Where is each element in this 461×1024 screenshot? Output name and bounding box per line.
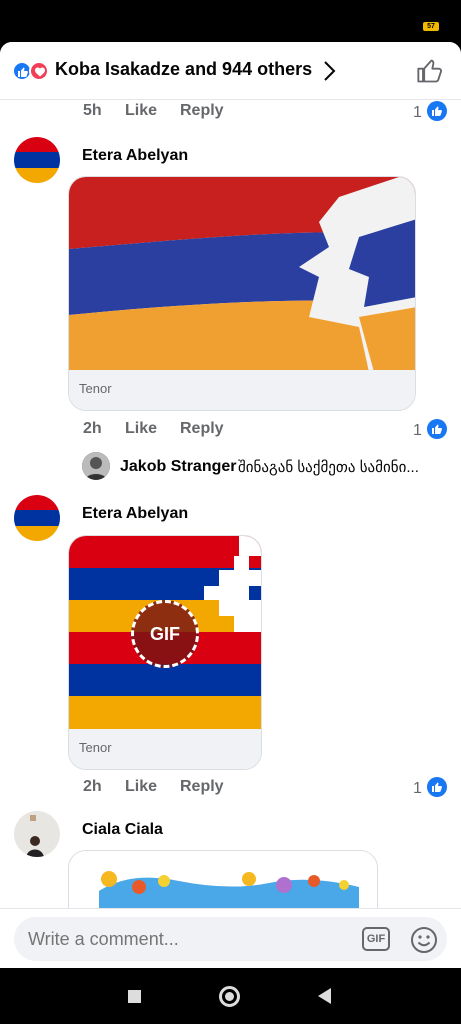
like-link[interactable]: Like bbox=[125, 102, 157, 120]
like-count: 1 bbox=[413, 104, 422, 121]
avatar[interactable] bbox=[14, 811, 60, 857]
gif-attachment[interactable]: Tenor bbox=[68, 176, 416, 411]
avatar[interactable] bbox=[14, 495, 60, 541]
reply-link[interactable]: Reply bbox=[180, 420, 224, 438]
armenia-flag-gif bbox=[69, 177, 415, 372]
home-button[interactable] bbox=[219, 986, 240, 1007]
gif-button[interactable]: GIF bbox=[362, 927, 390, 951]
comment-time: 2h bbox=[83, 420, 102, 437]
comment-author[interactable]: Etera Abelyan bbox=[82, 505, 188, 523]
status-bar: 57 bbox=[0, 0, 461, 42]
reaction-icons bbox=[12, 61, 52, 81]
system-nav-bar bbox=[0, 968, 461, 1024]
like-badge-icon bbox=[427, 419, 447, 439]
like-link[interactable]: Like bbox=[125, 778, 157, 796]
flower-sticker-gif bbox=[69, 851, 377, 908]
reply-link[interactable]: Reply bbox=[180, 778, 224, 796]
comment-time: 2h bbox=[83, 778, 102, 795]
reply-preview[interactable]: Jakob Stranger შინაგან საქმეთა სამინი... bbox=[82, 452, 452, 488]
comment-author[interactable]: Etera Abelyan bbox=[82, 147, 188, 165]
like-badge-icon bbox=[427, 777, 447, 797]
comments-list: 5h Like Reply 1 Etera Abelyan Tenor 2h L… bbox=[0, 100, 461, 908]
battery-icon: 57 bbox=[423, 22, 439, 31]
reactions-summary[interactable]: Koba Isakadze and 944 others bbox=[55, 59, 312, 80]
gif-source: Tenor bbox=[69, 370, 415, 410]
gif-source: Tenor bbox=[69, 729, 261, 769]
emoji-icon[interactable] bbox=[410, 926, 438, 954]
like-count: 1 bbox=[413, 422, 422, 439]
gif-attachment[interactable] bbox=[68, 850, 378, 908]
comment-author[interactable]: Ciala Ciala bbox=[82, 821, 163, 839]
reactions-header[interactable]: Koba Isakadze and 944 others bbox=[0, 42, 461, 100]
avatar[interactable] bbox=[14, 137, 60, 183]
thumbs-up-icon[interactable] bbox=[416, 57, 444, 85]
recents-button[interactable] bbox=[128, 990, 141, 1003]
like-link[interactable]: Like bbox=[125, 420, 157, 438]
like-badge-icon bbox=[427, 101, 447, 121]
reply-link[interactable]: Reply bbox=[180, 102, 224, 120]
like-count: 1 bbox=[413, 780, 422, 797]
comments-screen: Koba Isakadze and 944 others 5h Like Rep… bbox=[0, 42, 461, 968]
reply-text: შინაგან საქმეთა სამინი... bbox=[238, 459, 419, 476]
gif-attachment[interactable]: GIF Tenor bbox=[68, 535, 262, 770]
comment-composer: GIF bbox=[0, 908, 461, 968]
avatar bbox=[82, 452, 110, 480]
reply-author: Jakob Stranger bbox=[120, 458, 237, 475]
love-reaction-icon bbox=[29, 61, 49, 81]
chevron-right-icon[interactable] bbox=[322, 59, 336, 83]
comment-time: 5h bbox=[83, 102, 102, 119]
back-button[interactable] bbox=[318, 988, 331, 1004]
gif-play-badge[interactable]: GIF bbox=[131, 600, 199, 668]
